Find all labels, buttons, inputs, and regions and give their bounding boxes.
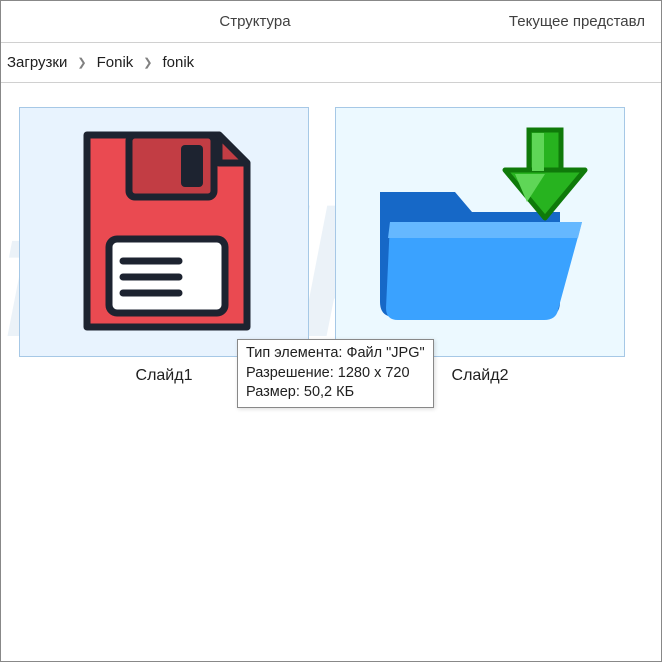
breadcrumb-part-1[interactable]: Fonik [93,54,138,71]
chevron-right-icon: ❯ [137,56,158,69]
header-current-view[interactable]: Текущее представл [501,13,653,30]
breadcrumb-part-2[interactable]: fonik [159,54,199,71]
breadcrumb-part-0[interactable]: Загрузки [3,54,71,71]
tooltip-resolution: Разрешение: 1280 x 720 [246,364,425,384]
breadcrumb[interactable]: Загрузки ❯ Fonik ❯ fonik [1,43,661,83]
header-row: Структура Текущее представл [1,1,661,43]
file-thumbnail-2[interactable] [335,107,625,357]
header-structure[interactable]: Структура [9,13,501,30]
file-label-1: Слайд1 [136,367,193,385]
folder-download-icon [360,122,600,342]
file-thumbnail-1[interactable] [19,107,309,357]
tooltip-type: Тип элемента: Файл "JPG" [246,344,425,364]
chevron-right-icon: ❯ [71,56,92,69]
file-label-2: Слайд2 [452,367,509,385]
file-tooltip: Тип элемента: Файл "JPG" Разрешение: 128… [237,339,434,408]
tooltip-size: Размер: 50,2 КБ [246,383,425,403]
floppy-disk-icon [69,127,259,337]
